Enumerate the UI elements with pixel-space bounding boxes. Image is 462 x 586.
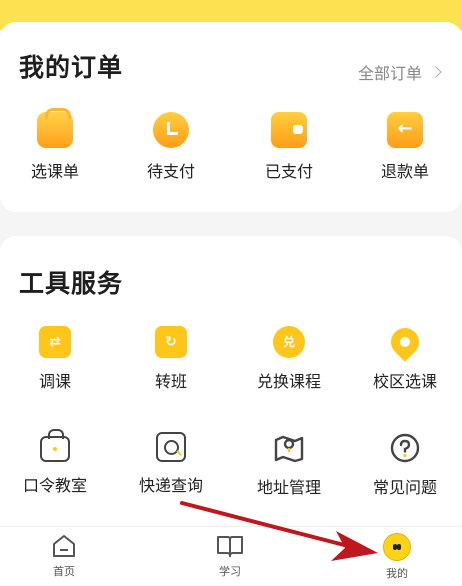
bottom-nav: 首页 学习 我的 [0, 526, 462, 586]
tool-item-label: 兑换课程 [256, 372, 321, 391]
all-orders-link[interactable]: 全部订单 [357, 60, 442, 84]
tool-item-code-classroom[interactable]: 口令教室 [0, 429, 110, 496]
search-box-icon [156, 432, 186, 462]
tool-item-transfer[interactable]: ↻ 转班 [116, 326, 226, 392]
home-icon [51, 533, 77, 559]
nav-item-study[interactable]: 学习 [190, 533, 270, 579]
tool-item-campus[interactable]: 校区选课 [350, 322, 460, 392]
chevron-right-icon [430, 66, 442, 78]
nav-label: 学习 [219, 565, 241, 578]
tool-item-faq[interactable]: 常见问题 [350, 432, 460, 498]
tool-item-redeem[interactable]: 兑 兑换课程 [234, 326, 344, 392]
nav-label: 首页 [53, 565, 75, 578]
refund-icon [387, 112, 423, 148]
order-item-paid[interactable]: 已支付 [234, 112, 344, 182]
help-icon [389, 432, 421, 464]
location-pin-icon [385, 322, 425, 362]
tools-card: 工具服务 ⇄ 调课 ↻ 转班 兑 兑换课程 校区选课 口令教室 快递查询 地址管… [0, 236, 462, 526]
tool-item-address[interactable]: 地址管理 [234, 432, 344, 498]
swap-icon: ⇄ [39, 326, 71, 358]
tool-item-reschedule[interactable]: ⇄ 调课 [0, 326, 110, 392]
orders-card: 我的订单 全部订单 选课单 待支付 已支付 退款单 [0, 22, 462, 212]
tool-item-label: 常见问题 [372, 478, 437, 497]
refresh-icon: ↻ [155, 326, 187, 358]
order-item-pending[interactable]: 待支付 [116, 112, 226, 182]
wallet-icon [271, 112, 307, 148]
order-item-label: 已支付 [264, 162, 313, 181]
cart-icon [37, 108, 73, 148]
tool-item-label: 校区选课 [372, 372, 437, 391]
order-item-refund[interactable]: 退款单 [350, 112, 460, 182]
lock-bag-icon [40, 429, 70, 462]
all-orders-label: 全部订单 [357, 64, 422, 83]
clock-icon [153, 112, 189, 148]
nav-item-home[interactable]: 首页 [24, 533, 104, 579]
nav-item-me[interactable]: 我的 [357, 533, 437, 581]
tool-item-label: 转班 [154, 372, 187, 391]
nav-label: 我的 [386, 567, 408, 580]
order-item-label: 退款单 [380, 162, 429, 181]
tool-item-label: 地址管理 [256, 478, 321, 497]
order-item-label: 选课单 [30, 162, 79, 181]
order-item-cart[interactable]: 选课单 [0, 108, 110, 182]
tool-item-label: 调课 [38, 372, 71, 391]
book-icon [215, 533, 245, 559]
tools-title: 工具服务 [19, 269, 124, 298]
redeem-icon: 兑 [273, 326, 305, 358]
tool-item-express[interactable]: 快递查询 [116, 432, 226, 496]
orders-title: 我的订单 [19, 53, 124, 82]
profile-face-icon [383, 533, 411, 561]
order-item-label: 待支付 [146, 162, 195, 181]
tool-item-label: 口令教室 [22, 476, 87, 495]
map-pin-icon [273, 432, 305, 464]
tool-item-label: 快递查询 [138, 476, 203, 495]
